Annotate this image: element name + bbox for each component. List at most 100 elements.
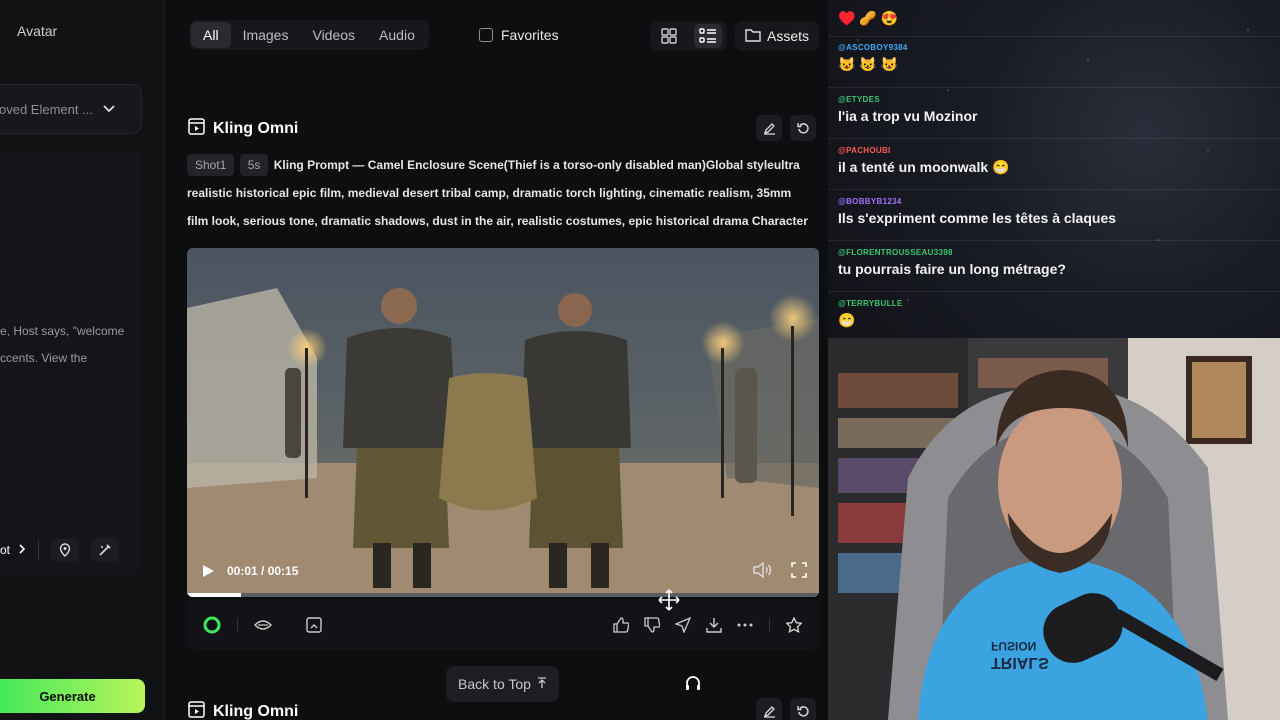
shirt-text: TRIALS xyxy=(991,654,1049,671)
card-action-right xyxy=(610,614,805,636)
star-icon[interactable] xyxy=(783,614,805,636)
favorites-checkbox[interactable]: Favorites xyxy=(479,27,559,43)
assets-label: Assets xyxy=(766,28,809,44)
edit-icon[interactable] xyxy=(756,115,782,141)
chat-username: @ASCOBOY9384 xyxy=(838,43,908,52)
back-to-top-button[interactable]: Back to Top xyxy=(446,666,559,702)
move-cursor-icon xyxy=(658,589,680,616)
stream-chat: ♥️ 🥜 😍 @ASCOBOY9384 😺 😺 😺 @ETYDES l'ia a… xyxy=(828,0,1280,338)
webcam-image xyxy=(828,338,1280,720)
video-frame xyxy=(187,248,819,597)
support-headset-icon[interactable] xyxy=(682,673,704,695)
card-header: Kling Omni xyxy=(188,118,298,140)
lip-sync-icon[interactable] xyxy=(252,614,274,636)
chat-message: ♥️ 🥜 😍 xyxy=(838,6,898,27)
more-icon[interactable] xyxy=(734,614,756,636)
prompt-line: e, Host says, "welcome xyxy=(0,324,125,338)
chat-username: @PACHOUBI xyxy=(838,146,891,155)
chat-message: @PACHOUBI il a tenté un moonwalk 😁 xyxy=(838,146,1009,176)
divider xyxy=(828,240,1280,241)
generate-button[interactable]: Generate xyxy=(0,679,145,713)
chat-username: @BOBBYB1234 xyxy=(838,197,902,206)
regenerate-icon[interactable] xyxy=(790,115,816,141)
card-prompt: Shot1 5s Kling Prompt — Camel Enclosure … xyxy=(187,151,812,235)
list-view-icon[interactable] xyxy=(693,24,722,48)
chat-message: @FLORENTROUSSEAU3398 tu pourrais faire u… xyxy=(838,248,1066,277)
tab-images[interactable]: Images xyxy=(231,22,301,48)
divider xyxy=(828,36,1280,37)
tab-all[interactable]: All xyxy=(191,22,231,48)
shot-button[interactable]: ot xyxy=(0,539,40,561)
view-toggle xyxy=(650,21,727,51)
chat-message: @ETYDES l'ia a trop vu Mozinor xyxy=(838,95,977,124)
shirt-logo: TRIALS FUSION xyxy=(991,638,1049,671)
avatar-tab[interactable]: Avatar xyxy=(17,23,57,39)
regenerate-icon[interactable] xyxy=(790,698,816,720)
tab-audio[interactable]: Audio xyxy=(367,22,427,48)
back-to-top-label: Back to Top xyxy=(458,676,531,692)
video-card-icon xyxy=(188,118,205,140)
card-title: Kling Omni xyxy=(213,120,299,137)
card-header-actions xyxy=(756,115,816,141)
chat-text: il a tenté un moonwalk 😁 xyxy=(838,159,1010,175)
divider xyxy=(828,87,1280,88)
extend-frame-icon[interactable] xyxy=(303,614,325,636)
favorites-label: Favorites xyxy=(501,27,559,43)
chat-text: 😺 😺 😺 xyxy=(838,56,899,72)
assets-button[interactable]: Assets xyxy=(735,21,819,51)
status-ring-icon xyxy=(201,614,223,636)
card-header: Kling Omni xyxy=(188,701,298,720)
thumbs-down-icon[interactable] xyxy=(641,614,663,636)
chat-text: tu pourrais faire un long métrage? xyxy=(838,261,1066,277)
video-player[interactable]: 00:01 / 00:15 xyxy=(187,248,819,597)
fullscreen-icon[interactable] xyxy=(791,562,807,578)
screen: Avatar oved Element ... e, Host says, "w… xyxy=(0,0,1280,720)
video-progress-bar[interactable] xyxy=(187,593,819,597)
prompt-toolbar: ot xyxy=(0,538,120,562)
shot-label: ot xyxy=(0,543,11,557)
chat-text: Ils s'expriment comme les têtes à claque… xyxy=(838,210,1117,226)
chat-username: @ETYDES xyxy=(838,95,880,104)
chevron-down-icon xyxy=(103,102,115,116)
progress-fill xyxy=(187,593,241,597)
volume-icon[interactable] xyxy=(753,562,773,578)
divider xyxy=(828,138,1280,139)
shirt-text: FUSION xyxy=(991,639,1037,653)
divider xyxy=(769,618,770,632)
edit-icon[interactable] xyxy=(756,698,782,720)
card-header-actions xyxy=(756,698,816,720)
thumbs-up-icon[interactable] xyxy=(610,614,632,636)
video-time: 00:01 / 00:15 xyxy=(227,564,299,578)
main-feed: All Images Videos Audio Favorites Assets… xyxy=(165,0,828,720)
play-icon[interactable] xyxy=(201,564,215,578)
grid-view-icon[interactable] xyxy=(655,24,683,48)
card-title: Kling Omni xyxy=(213,703,299,720)
divider xyxy=(828,189,1280,190)
filter-tabs: All Images Videos Audio xyxy=(189,20,429,50)
webcam-feed: TRIALS FUSION xyxy=(828,338,1280,720)
chat-username: @TERRYBULLE xyxy=(838,299,903,308)
magic-wand-icon[interactable] xyxy=(91,538,120,562)
tab-videos[interactable]: Videos xyxy=(300,22,367,48)
location-pin-icon[interactable] xyxy=(51,538,80,562)
card-action-bar xyxy=(187,600,819,650)
chat-text: ♥️ 🥜 😍 xyxy=(838,10,899,26)
prompt-text: Kling Prompt — Camel Enclosure Scene(Thi… xyxy=(187,158,808,228)
download-icon[interactable] xyxy=(703,614,725,636)
prompt-line: ccents. View the xyxy=(0,351,88,365)
arrow-up-icon xyxy=(537,676,547,692)
chat-message: @BOBBYB1234 Ils s'expriment comme les tê… xyxy=(838,197,1116,226)
video-right-controls xyxy=(753,562,807,578)
element-dropdown[interactable]: oved Element ... xyxy=(0,84,142,134)
share-icon[interactable] xyxy=(672,614,694,636)
folder-icon xyxy=(745,28,761,45)
chat-text: 😁 xyxy=(838,312,856,328)
chevron-right-icon xyxy=(18,543,26,557)
chat-text: l'ia a trop vu Mozinor xyxy=(838,108,978,124)
left-panel: Avatar oved Element ... e, Host says, "w… xyxy=(0,0,165,720)
chat-message: @TERRYBULLE 😁 xyxy=(838,299,903,329)
chat-message: @ASCOBOY9384 😺 😺 😺 xyxy=(838,43,908,73)
duration-chip: 5s xyxy=(239,154,269,176)
shot-chip: Shot1 xyxy=(187,154,235,176)
